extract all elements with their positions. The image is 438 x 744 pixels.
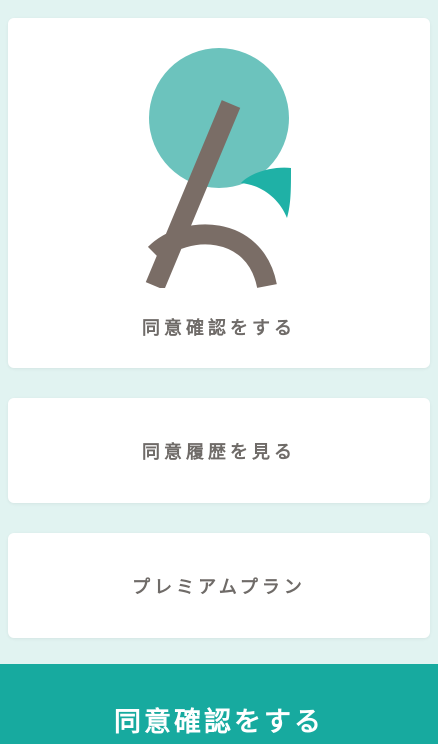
cta-label: 同意確認をする (114, 707, 324, 738)
consent-check-label: 同意確認をする (142, 318, 296, 339)
premium-plan-label: プレミアムプラン (132, 576, 306, 598)
premium-plan-card[interactable]: プレミアムプラン (8, 533, 430, 638)
consent-history-label: 同意履歴を見る (142, 441, 296, 463)
consent-check-cta-button[interactable]: 同意確認をする (0, 664, 438, 744)
app-logo-icon (145, 48, 291, 288)
consent-history-card[interactable]: 同意履歴を見る (8, 398, 430, 503)
consent-check-card[interactable]: 同意確認をする (8, 18, 430, 368)
